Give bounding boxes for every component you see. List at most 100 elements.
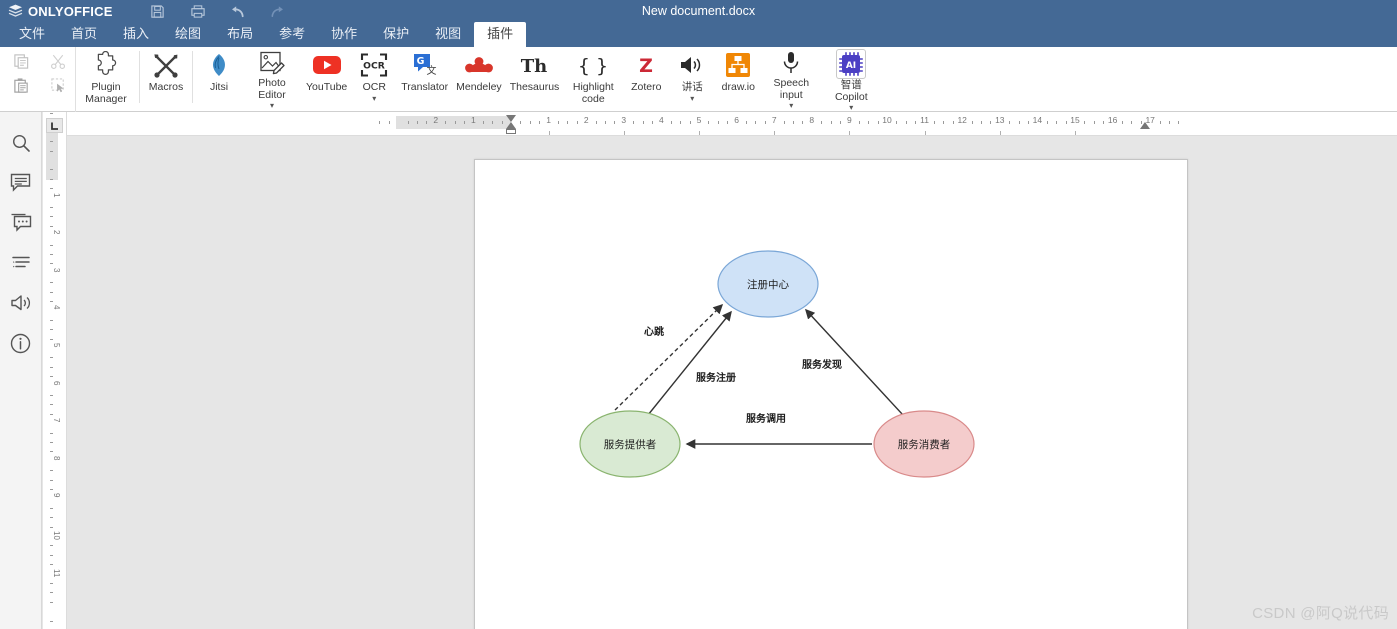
ribbon-speech-input[interactable]: Speech input ▾ <box>761 47 821 110</box>
vruler-margin-shade <box>46 132 58 180</box>
hruler-tick <box>464 121 465 124</box>
hruler-tick <box>868 121 870 124</box>
hruler-number: 7 <box>771 115 777 125</box>
vruler-tick <box>50 583 53 584</box>
hanging-indent-marker[interactable] <box>506 122 516 129</box>
title-bar: ONLYOFFICE New document.docx <box>0 0 1397 22</box>
hruler-tick <box>492 121 494 124</box>
hruler-number: 1 <box>471 115 476 125</box>
menu-tab-collaboration[interactable]: 协作 <box>318 22 370 47</box>
service-architecture-diagram[interactable]: 注册中心 服务提供者 服务消费者 心跳 服务注册 服务发现 服务调用 <box>475 160 1189 580</box>
ribbon-photo-editor[interactable]: Photo Editor ▾ <box>242 47 302 110</box>
cut-scissors-icon[interactable] <box>48 50 70 72</box>
save-icon[interactable] <box>145 2 171 22</box>
info-icon[interactable] <box>8 330 34 356</box>
ribbon-speak[interactable]: 讲话 ▾ <box>669 47 715 109</box>
left-indent-marker[interactable] <box>506 129 516 134</box>
hruler-tick <box>1084 121 1086 124</box>
chevron-down-icon[interactable]: ▾ <box>690 94 694 103</box>
hruler-tick <box>1093 121 1095 124</box>
ribbon-plugin-manager[interactable]: Plugin Manager <box>76 47 136 109</box>
hruler-tick <box>727 121 729 124</box>
ribbon-highlight-code[interactable]: { } Highlight code <box>563 47 623 109</box>
ribbon-macros[interactable]: Macros <box>143 47 189 109</box>
ribbon-thesaurus[interactable]: Th Thesaurus <box>506 47 564 109</box>
comment-icon[interactable] <box>8 170 34 196</box>
menu-tab-plugins[interactable]: 插件 <box>474 22 527 47</box>
horizontal-ruler[interactable]: 2 1 1 2 3 4 5 6 7 8 9 10 11 12 13 14 15 16 17 <box>67 112 1397 136</box>
vruler-tick <box>50 554 53 556</box>
hruler-tick <box>793 121 794 124</box>
select-all-icon[interactable] <box>48 74 70 96</box>
hruler-number: 5 <box>696 115 702 125</box>
vruler-number: 11 <box>52 568 61 577</box>
vruler-tick <box>50 517 53 519</box>
speaker-feedback-icon[interactable] <box>8 290 34 316</box>
vruler-tick <box>50 592 53 594</box>
ribbon-zhipu-copilot[interactable]: AI 智谱 Copilot ▾ <box>821 47 881 112</box>
hruler-number: 11 <box>920 115 930 125</box>
menu-tab-protection[interactable]: 保护 <box>370 22 422 47</box>
svg-text:文: 文 <box>426 64 436 77</box>
hruler-tick <box>952 121 954 124</box>
hruler-tick <box>558 121 559 124</box>
ribbon-jitsi[interactable]: Jitsi <box>196 47 242 109</box>
chevron-down-icon[interactable]: ▾ <box>849 104 853 112</box>
photo-editor-icon <box>259 50 286 76</box>
print-icon[interactable] <box>185 2 211 22</box>
ribbon-translator[interactable]: G 文 Translator <box>397 47 452 109</box>
menu-tab-draw[interactable]: 绘图 <box>162 22 214 47</box>
ribbon-zotero[interactable]: Z Zotero <box>623 47 669 109</box>
ribbon-mendeley[interactable]: Mendeley <box>452 47 506 109</box>
hruler-tick <box>1178 121 1180 124</box>
undo-icon[interactable] <box>225 2 251 22</box>
right-indent-marker[interactable] <box>1139 122 1150 129</box>
chevron-down-icon[interactable]: ▾ <box>789 102 793 110</box>
ribbon-ocr[interactable]: OCR OCR ▾ <box>351 47 397 109</box>
menu-tab-view[interactable]: 视图 <box>422 22 474 47</box>
document-page[interactable]: 注册中心 服务提供者 服务消费者 心跳 服务注册 服务发现 服务调用 <box>474 159 1188 629</box>
tab-stop-selector[interactable] <box>46 118 63 133</box>
hruler-tick <box>896 121 898 124</box>
chevron-down-icon[interactable]: ▾ <box>270 102 274 110</box>
puzzle-icon <box>92 50 121 80</box>
menu-tab-file[interactable]: 文件 <box>6 22 58 47</box>
hruler-tick <box>633 121 635 124</box>
diagram-node-registry[interactable]: 注册中心 <box>717 250 819 318</box>
vruler-tick <box>50 376 53 378</box>
diagram-node-consumer[interactable]: 服务消费者 <box>873 410 975 478</box>
diagram-node-provider[interactable]: 服务提供者 <box>579 410 681 478</box>
menu-tab-home[interactable]: 首页 <box>58 22 110 47</box>
hruler-tick <box>802 121 804 124</box>
menu-tab-references[interactable]: 参考 <box>266 22 318 47</box>
search-icon[interactable] <box>8 130 34 156</box>
menu-tab-insert[interactable]: 插入 <box>110 22 162 47</box>
menu-tab-layout[interactable]: 布局 <box>214 22 266 47</box>
hruler-tick <box>379 121 381 124</box>
vruler-tick <box>50 141 53 143</box>
vertical-ruler[interactable]: 1 2 3 4 5 6 7 8 9 10 11 <box>43 112 67 629</box>
chevron-down-icon[interactable]: ▾ <box>372 94 376 103</box>
edge-label-register: 服务注册 <box>696 371 736 384</box>
hruler-tick <box>1065 121 1067 124</box>
paste-icon[interactable] <box>10 74 32 96</box>
ribbon-youtube[interactable]: YouTube <box>302 47 351 109</box>
hruler-tick <box>840 121 841 124</box>
ribbon-label: Macros <box>148 81 184 93</box>
app-name: ONLYOFFICE <box>28 3 113 19</box>
vruler-tick <box>50 507 53 509</box>
hruler-tick <box>482 121 484 124</box>
ribbon-label: Plugin Manager <box>85 81 127 105</box>
ribbon-drawio[interactable]: draw.io <box>715 47 761 109</box>
vruler-tick <box>50 357 53 359</box>
first-line-indent-marker[interactable] <box>506 115 516 122</box>
hruler-tick <box>858 121 860 124</box>
headings-icon[interactable] <box>8 250 34 276</box>
copy-icon[interactable] <box>10 50 32 72</box>
chat-icon[interactable] <box>8 210 34 236</box>
document-canvas[interactable]: 注册中心 服务提供者 服务消费者 心跳 服务注册 服务发现 服务调用 <box>67 136 1397 629</box>
ribbon-label: 智谱 Copilot <box>834 79 868 103</box>
vruler-tick <box>50 442 53 443</box>
watermark: CSDN @阿Q说代码 <box>1252 605 1389 622</box>
hruler-tick <box>877 121 879 124</box>
